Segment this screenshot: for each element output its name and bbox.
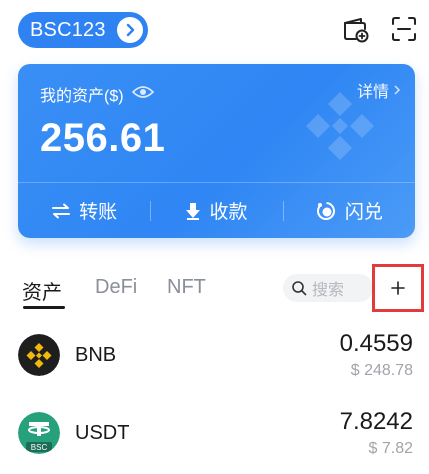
tab-nft[interactable]: NFT xyxy=(167,276,206,299)
chevron-right-icon xyxy=(117,17,143,43)
usdt-chain-badge: BSC xyxy=(31,443,48,452)
swap-icon xyxy=(316,201,335,220)
search-icon xyxy=(292,281,307,296)
token-row-bnb[interactable]: BNB 0.4559 $ 248.78 xyxy=(0,320,429,386)
top-bar: BSC123 xyxy=(0,0,429,58)
token-balance: 0.4559 xyxy=(339,330,413,357)
card-actions: 转账 收款 闪兑 xyxy=(18,183,415,238)
tab-defi[interactable]: DeFi xyxy=(95,276,137,299)
add-token-button[interactable] xyxy=(372,264,424,312)
total-balance: 256.61 xyxy=(40,116,166,160)
plus-icon xyxy=(391,281,405,295)
asset-tabs: 资产 DeFi NFT 搜索 xyxy=(0,266,429,310)
token-usd-value: $ 7.82 xyxy=(368,440,413,457)
scan-icon[interactable] xyxy=(389,14,419,44)
transfer-icon xyxy=(52,203,71,218)
token-symbol: BNB xyxy=(75,344,117,366)
tab-assets[interactable]: 资产 xyxy=(22,276,62,305)
transfer-button[interactable]: 转账 xyxy=(18,183,150,238)
wallet-add-icon[interactable] xyxy=(340,14,370,44)
details-label: 详情 xyxy=(356,84,389,101)
token-usd-value: $ 248.78 xyxy=(350,362,413,379)
usdt-logo-icon: BSC xyxy=(18,412,60,454)
token-row-usdt[interactable]: BSC USDT 7.8242 $ 7.82 xyxy=(0,398,429,464)
asset-card: 我的资产($) 详情 256.61 转账 收款 闪兑 xyxy=(18,64,415,238)
transfer-label: 转账 xyxy=(79,202,118,223)
chevron-right-icon xyxy=(394,85,401,95)
swap-button[interactable]: 闪兑 xyxy=(282,183,415,238)
search-placeholder: 搜索 xyxy=(312,282,345,299)
eye-icon[interactable] xyxy=(131,85,154,104)
receive-label: 收款 xyxy=(209,202,248,223)
wallet-name: BSC123 xyxy=(30,18,106,41)
bnb-logo-icon xyxy=(18,334,60,376)
search-input[interactable]: 搜索 xyxy=(283,274,373,302)
token-symbol: USDT xyxy=(75,422,130,444)
active-tab-underline xyxy=(23,306,65,309)
asset-title-label: 我的资产($) xyxy=(40,88,124,105)
asset-title: 我的资产($) xyxy=(40,82,154,106)
receive-icon xyxy=(186,202,201,220)
receive-button[interactable]: 收款 xyxy=(150,183,282,238)
swap-label: 闪兑 xyxy=(344,202,383,223)
token-balance: 7.8242 xyxy=(339,408,413,435)
details-link[interactable]: 详情 xyxy=(357,78,401,102)
wallet-selector-button[interactable]: BSC123 xyxy=(18,12,148,48)
